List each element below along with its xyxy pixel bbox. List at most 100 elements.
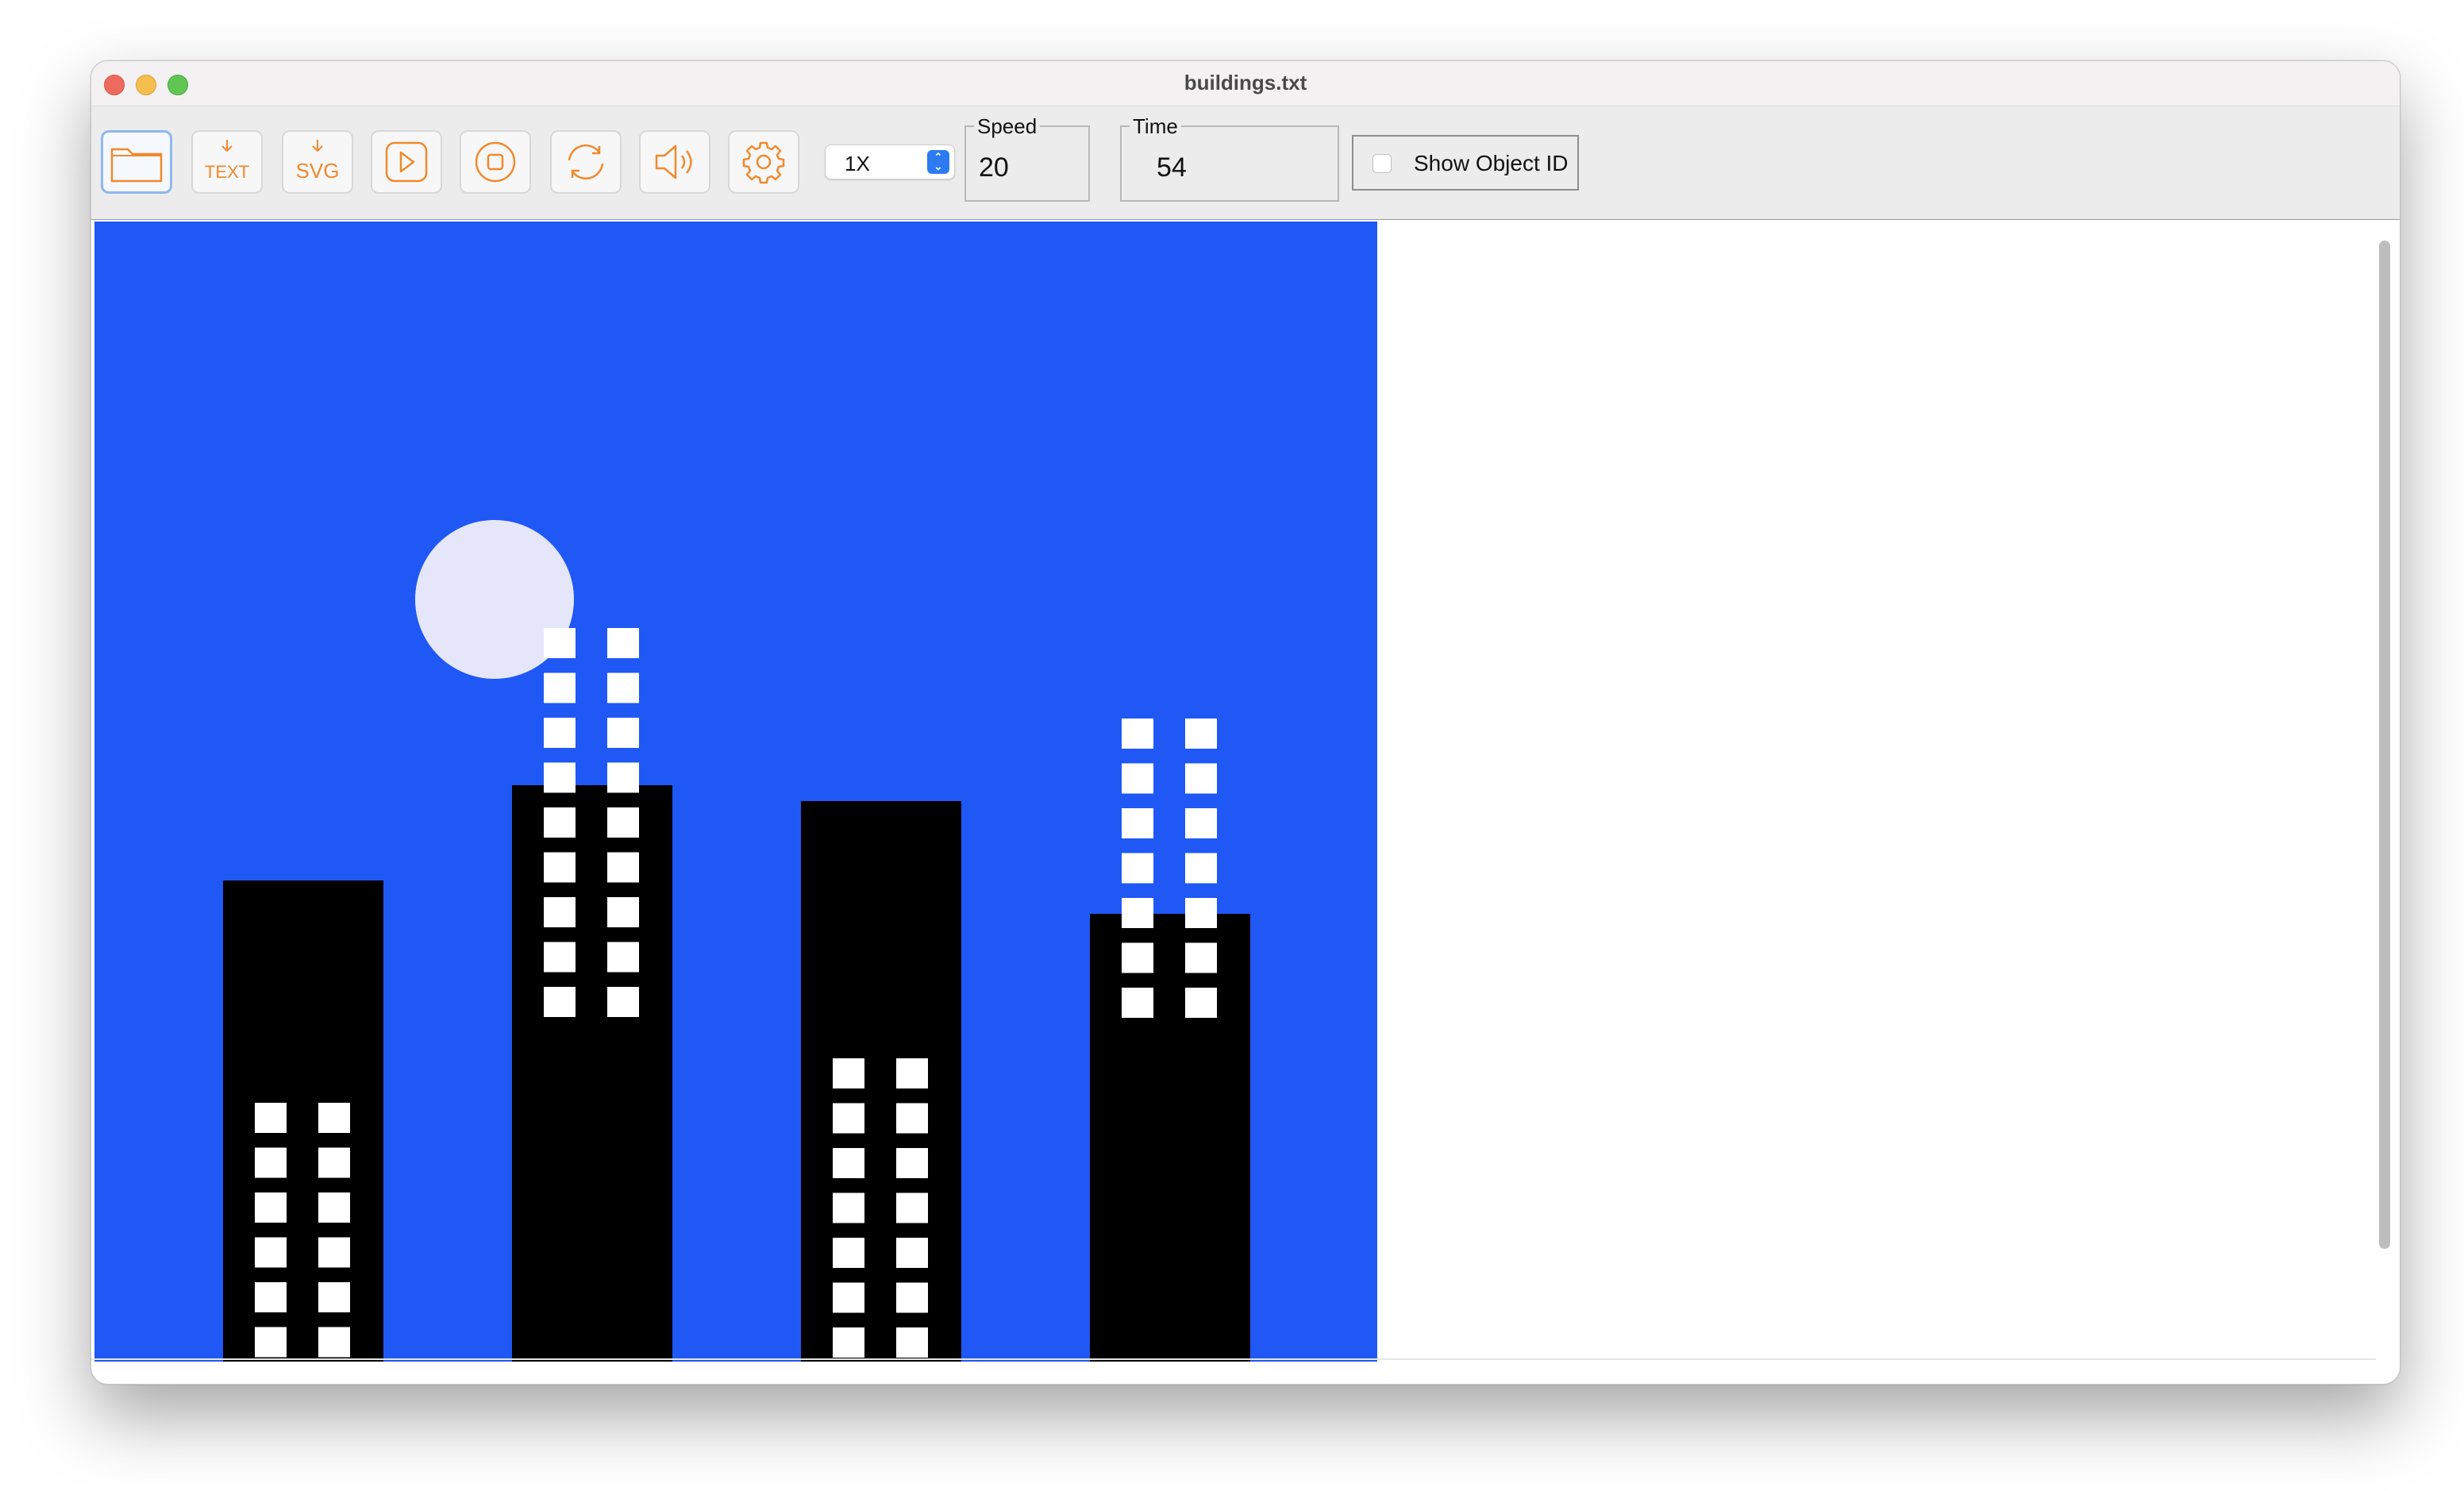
text-export-icon: TEXT [205, 140, 249, 182]
building-window [833, 1238, 864, 1268]
building-window [833, 1103, 864, 1134]
building-window [255, 1237, 287, 1268]
building-window [607, 987, 639, 1017]
building-window [896, 1058, 928, 1088]
building-window [1185, 942, 1217, 973]
show-object-id-toggle[interactable]: Show Object ID [1352, 135, 1579, 191]
window-title: buildings.txt [1184, 71, 1307, 94]
building-window [896, 1103, 928, 1134]
stop-icon [475, 141, 516, 183]
gear-icon [742, 141, 785, 184]
building-window [896, 1148, 928, 1178]
building-window [607, 762, 639, 793]
speed-field-group: Speed 20 [964, 114, 1090, 202]
svg-export-label: SVG [296, 159, 340, 183]
building-window [607, 628, 639, 658]
building-window [544, 762, 576, 793]
settings-button[interactable] [728, 130, 799, 194]
speed-label: Speed [974, 114, 1041, 139]
building-window [1122, 719, 1153, 749]
horizontal-scroll-track[interactable] [91, 1358, 2376, 1360]
time-field[interactable]: 54 [1157, 152, 1187, 183]
building-window [318, 1327, 350, 1358]
building-window [1185, 853, 1217, 884]
building-window [1122, 898, 1153, 928]
building-window [255, 1327, 287, 1358]
building-2 [512, 785, 672, 1362]
building-window [1185, 719, 1217, 749]
animation-viewport [91, 220, 2400, 1384]
building-window [255, 1103, 287, 1133]
building-window [544, 987, 576, 1017]
title-bar: buildings.txt [91, 61, 2400, 106]
building-window [1122, 853, 1153, 884]
building-window [544, 897, 576, 927]
sound-button[interactable] [639, 130, 710, 194]
vertical-scrollbar[interactable] [2379, 241, 2390, 1249]
building-window [607, 852, 639, 883]
building-window [833, 1148, 864, 1178]
building-window [896, 1282, 928, 1313]
building-window [1185, 898, 1217, 928]
building-window [607, 897, 639, 927]
building-window [607, 672, 639, 703]
open-file-button[interactable] [101, 130, 172, 194]
play-button[interactable] [371, 130, 442, 194]
text-export-label: TEXT [205, 162, 249, 182]
export-svg-button[interactable]: SVG [282, 130, 353, 194]
building-window [833, 1192, 864, 1223]
stop-button[interactable] [460, 130, 531, 194]
building-window [896, 1327, 928, 1358]
building-window [544, 807, 576, 838]
export-text-button[interactable]: TEXT [191, 130, 263, 194]
building-window [255, 1192, 287, 1223]
building-window [318, 1103, 350, 1133]
building-window [607, 942, 639, 973]
building-window [1122, 988, 1153, 1018]
building-window [1185, 808, 1217, 838]
building-window [1185, 763, 1217, 794]
building-window [833, 1282, 864, 1313]
building-window [318, 1282, 350, 1312]
building-window [318, 1147, 350, 1178]
building-window [1122, 808, 1153, 838]
folder-icon [110, 148, 163, 183]
building-window [544, 628, 576, 658]
building-window [1185, 988, 1217, 1018]
loop-button[interactable] [550, 130, 622, 194]
building-window [544, 852, 576, 883]
time-label: Time [1130, 114, 1181, 139]
speed-multiplier-value: 1X [845, 152, 870, 175]
app-window: buildings.txt TEXT SVG 1X ⌃ ⌄ Speed 20 T… [90, 60, 2400, 1385]
building-window [318, 1237, 350, 1268]
building-window [896, 1192, 928, 1223]
loop-icon [568, 144, 604, 180]
building-window [544, 672, 576, 703]
building-window [1122, 942, 1153, 973]
building-window [896, 1238, 928, 1268]
time-field-group: Time 54 [1120, 114, 1339, 202]
building-window [833, 1058, 864, 1088]
building-window [544, 942, 576, 973]
building-window [544, 718, 576, 748]
speed-field[interactable]: 20 [979, 152, 1009, 183]
show-object-id-label: Show Object ID [1414, 151, 1569, 175]
building-window [318, 1192, 350, 1223]
svg-export-icon: SVG [296, 140, 340, 183]
building-window [607, 807, 639, 838]
building-3 [801, 801, 961, 1362]
building-window [1122, 763, 1153, 794]
building-window [255, 1282, 287, 1312]
select-stepper-icon: ⌃ ⌄ [927, 150, 949, 174]
building-window [255, 1147, 287, 1178]
toolbar: TEXT SVG 1X ⌃ ⌄ Speed 20 Time 54 Show Ob… [91, 106, 2400, 221]
speed-multiplier-select[interactable]: 1X ⌃ ⌄ [825, 144, 955, 179]
animation-canvas[interactable] [94, 222, 1377, 1362]
speaker-icon [655, 144, 692, 179]
show-object-id-checkbox[interactable] [1373, 154, 1392, 173]
building-1 [223, 880, 383, 1362]
building-window [833, 1327, 864, 1358]
building-4 [1090, 914, 1250, 1362]
play-icon [385, 141, 428, 183]
building-window [607, 718, 639, 748]
